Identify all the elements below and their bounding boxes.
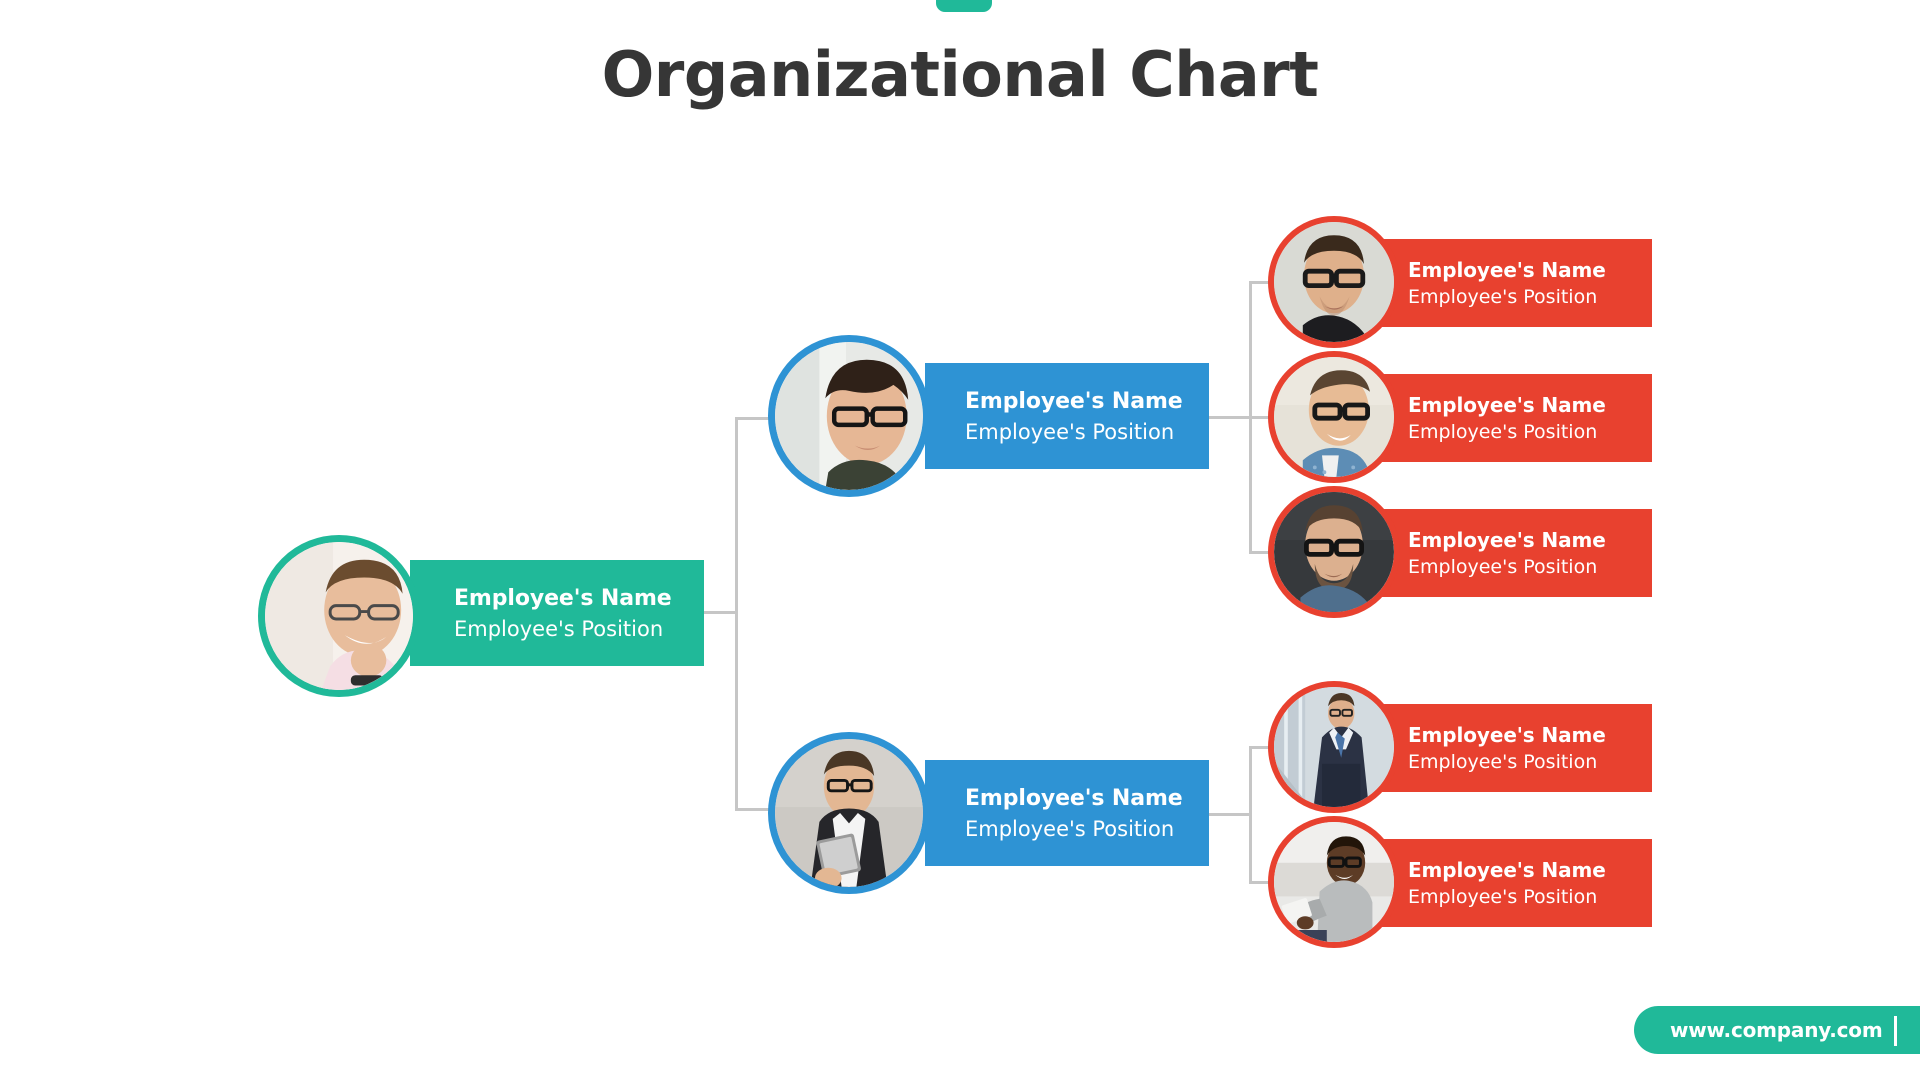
node-card[interactable]: Employee's Name Employee's Position xyxy=(1373,509,1652,597)
avatar-image xyxy=(265,542,413,690)
footer-website-badge[interactable]: www.company.com xyxy=(1634,1006,1920,1054)
node-name: Employee's Name xyxy=(965,785,1183,811)
node-position: Employee's Position xyxy=(1408,421,1598,443)
avatar[interactable] xyxy=(768,335,930,497)
node-card[interactable]: Employee's Name Employee's Position xyxy=(1373,239,1652,327)
node-name: Employee's Name xyxy=(1408,393,1606,417)
node-name: Employee's Name xyxy=(965,388,1183,414)
connector-root-stub xyxy=(704,611,738,614)
node-card[interactable]: Employee's Name Employee's Position xyxy=(925,760,1209,866)
footer-divider xyxy=(1894,1016,1897,1046)
avatar-image xyxy=(1274,222,1394,342)
node-name: Employee's Name xyxy=(454,585,672,611)
avatar-image xyxy=(1274,687,1394,807)
connector-manager-2-stub xyxy=(1208,813,1252,816)
node-position: Employee's Position xyxy=(1408,286,1598,308)
node-name: Employee's Name xyxy=(1408,723,1606,747)
avatar[interactable] xyxy=(768,732,930,894)
node-card[interactable]: Employee's Name Employee's Position xyxy=(925,363,1209,469)
connector-root-trunk xyxy=(735,417,738,811)
node-name: Employee's Name xyxy=(1408,858,1606,882)
node-position: Employee's Position xyxy=(1408,556,1598,578)
org-chart: Employee's Name Employee's Position Empl… xyxy=(0,0,1920,1080)
node-name: Employee's Name xyxy=(1408,258,1606,282)
avatar-image xyxy=(1274,822,1394,942)
node-name: Employee's Name xyxy=(1408,528,1606,552)
node-card[interactable]: Employee's Name Employee's Position xyxy=(1373,839,1652,927)
footer-url-label: www.company.com xyxy=(1670,1018,1883,1042)
node-position: Employee's Position xyxy=(454,616,664,641)
avatar[interactable] xyxy=(1268,486,1400,618)
avatar[interactable] xyxy=(1268,681,1400,813)
node-position: Employee's Position xyxy=(965,419,1175,444)
avatar[interactable] xyxy=(1268,816,1400,948)
node-card[interactable]: Employee's Name Employee's Position xyxy=(1373,704,1652,792)
avatar[interactable] xyxy=(1268,351,1400,483)
avatar[interactable] xyxy=(258,535,420,697)
connector-manager-1-stub xyxy=(1208,416,1252,419)
node-position: Employee's Position xyxy=(1408,751,1598,773)
node-card[interactable]: Employee's Name Employee's Position xyxy=(1373,374,1652,462)
avatar-image xyxy=(775,342,923,490)
connector-manager-2-trunk xyxy=(1249,746,1252,881)
avatar[interactable] xyxy=(1268,216,1400,348)
avatar-image xyxy=(1274,357,1394,477)
avatar-image xyxy=(775,739,923,887)
avatar-image xyxy=(1274,492,1394,612)
node-card[interactable]: Employee's Name Employee's Position xyxy=(410,560,704,666)
node-position: Employee's Position xyxy=(1408,886,1598,908)
node-position: Employee's Position xyxy=(965,816,1175,841)
